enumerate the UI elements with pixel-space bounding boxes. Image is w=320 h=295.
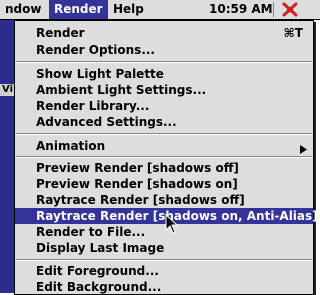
render-dropdown-menu: Render ⌘T Render Options... Show Light P… bbox=[14, 20, 318, 295]
menu-item-render-to-file[interactable]: Render to File... bbox=[15, 224, 313, 240]
menu-item-label: Display Last Image bbox=[36, 241, 165, 255]
menubar-window-menu[interactable]: ndow bbox=[0, 0, 46, 19]
menu-bar: ndow Render Help 10:59 AM bbox=[0, 0, 320, 20]
menu-item-label: Preview Render [shadows off] bbox=[36, 161, 239, 175]
menu-item-label: Advanced Settings... bbox=[36, 115, 177, 129]
menu-item-render-options[interactable]: Render Options... bbox=[15, 42, 313, 58]
app-switcher-icon[interactable] bbox=[282, 2, 298, 17]
menu-separator bbox=[16, 61, 312, 63]
menu-item-animation[interactable]: Animation bbox=[15, 138, 313, 154]
menu-item-show-light-palette[interactable]: Show Light Palette bbox=[15, 66, 313, 82]
menu-item-display-last-image[interactable]: Display Last Image bbox=[15, 240, 313, 256]
menu-item-label: Edit Foreground... bbox=[36, 264, 159, 278]
menubar-help-menu[interactable]: Help bbox=[108, 0, 149, 19]
menu-separator bbox=[16, 133, 312, 135]
menu-item-render[interactable]: Render ⌘T bbox=[15, 25, 313, 41]
menu-item-label: Preview Render [shadows on] bbox=[36, 177, 238, 191]
menu-item-label: Render Library... bbox=[36, 99, 150, 113]
menu-separator bbox=[16, 259, 312, 261]
shortcut-label: ⌘T bbox=[283, 26, 303, 40]
menu-item-raytrace-render-shadows-off[interactable]: Raytrace Render [shadows off] bbox=[15, 192, 313, 208]
menu-item-raytrace-render-anti-alias[interactable]: Raytrace Render [shadows on, Anti-Alias] bbox=[15, 208, 318, 224]
arrow-pointer-icon bbox=[165, 213, 179, 234]
menu-item-label: Render Options... bbox=[36, 43, 155, 57]
menubar-render-menu[interactable]: Render bbox=[49, 0, 108, 19]
menu-separator bbox=[16, 156, 312, 158]
menu-item-preview-render-shadows-on[interactable]: Preview Render [shadows on] bbox=[15, 176, 313, 192]
menu-item-render-library[interactable]: Render Library... bbox=[15, 98, 313, 114]
menu-item-label: Show Light Palette bbox=[36, 67, 164, 81]
menu-item-label: Render to File... bbox=[36, 225, 146, 239]
menu-item-label: Animation bbox=[36, 139, 106, 153]
menu-item-label: Edit Background... bbox=[36, 280, 162, 294]
menu-item-edit-foreground[interactable]: Edit Foreground... bbox=[15, 263, 313, 279]
menu-item-ambient-light-settings[interactable]: Ambient Light Settings... bbox=[15, 82, 313, 98]
menu-item-label: Render bbox=[36, 26, 85, 40]
menu-item-preview-render-shadows-off[interactable]: Preview Render [shadows off] bbox=[15, 160, 313, 176]
background-window-label: Vi bbox=[0, 84, 14, 96]
menu-item-label: Raytrace Render [shadows off] bbox=[36, 193, 245, 207]
background-window: Vi bbox=[0, 20, 14, 293]
menubar-clock[interactable]: 10:59 AM bbox=[209, 0, 273, 19]
menubar-divider bbox=[273, 2, 274, 17]
menu-item-advanced-settings[interactable]: Advanced Settings... bbox=[15, 114, 313, 130]
menu-item-label: Ambient Light Settings... bbox=[36, 83, 207, 97]
